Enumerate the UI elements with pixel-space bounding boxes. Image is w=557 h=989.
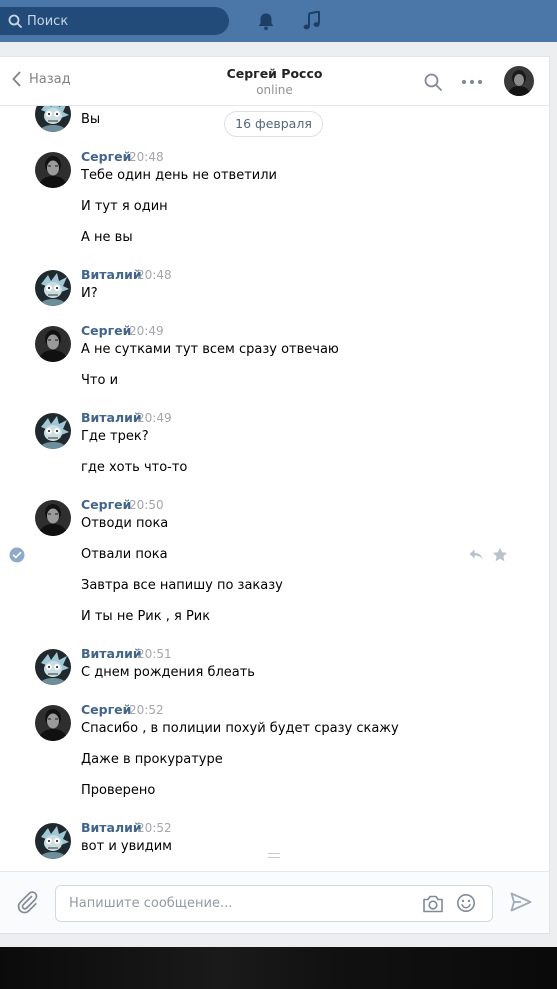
message-text[interactable]: А не вы	[81, 230, 133, 245]
paperclip-icon[interactable]	[15, 890, 39, 914]
message-text[interactable]: где хоть что-то	[81, 460, 187, 475]
message-input[interactable]: Напишите сообщение...	[55, 885, 493, 922]
message-time[interactable]: 20:48	[129, 150, 164, 164]
message-text[interactable]: И тут я один	[81, 199, 168, 214]
message-time[interactable]: 20:52	[129, 703, 164, 717]
top-navigation-bar: Поиск	[0, 0, 557, 42]
sender-avatar[interactable]	[35, 326, 71, 362]
reply-icon[interactable]	[468, 548, 484, 562]
message-time[interactable]: 20:48	[137, 268, 172, 282]
message-text[interactable]: Что и	[81, 373, 118, 388]
message-text[interactable]: Проверено	[81, 783, 155, 798]
smile-icon[interactable]	[456, 893, 476, 913]
sender-name[interactable]: Виталий	[81, 410, 142, 425]
resize-handle[interactable]	[268, 853, 280, 858]
selected-check-icon[interactable]	[9, 547, 25, 563]
message-text[interactable]: Даже в прокуратуре	[81, 752, 223, 767]
sender-avatar[interactable]	[35, 500, 71, 536]
sender-name[interactable]: Виталий	[81, 646, 142, 661]
sender-name[interactable]: Сергей	[81, 149, 131, 164]
message-history[interactable]: 16 февраля Виталий20:48ВыСергей20:48Тебе…	[0, 106, 549, 871]
message-text[interactable]: Отвали пока	[81, 547, 168, 562]
sender-avatar[interactable]	[35, 270, 71, 306]
sender-avatar[interactable]	[35, 823, 71, 859]
sender-name[interactable]: Сергей	[81, 497, 131, 512]
message-time[interactable]: 20:48	[137, 106, 172, 108]
message-text[interactable]: Где трек?	[81, 429, 149, 444]
message-text[interactable]: И?	[81, 286, 98, 301]
online-status: online	[256, 83, 293, 97]
message-text[interactable]: Завтра все напишу по заказу	[81, 578, 283, 593]
chat-header: Назад Сергей Россо online	[0, 57, 549, 106]
date-divider: 16 февраля	[224, 111, 323, 137]
global-search-input[interactable]: Поиск	[0, 7, 229, 35]
message-text[interactable]: Спасибо , в полиции похуй будет сразу ск…	[81, 721, 399, 736]
sender-name[interactable]: Виталий	[81, 106, 142, 108]
sender-avatar[interactable]	[35, 106, 71, 132]
message-time[interactable]: 20:50	[129, 498, 164, 512]
message-time[interactable]: 20:51	[137, 647, 172, 661]
chat-panel: Назад Сергей Россо online 16 февраля Вит…	[0, 57, 549, 933]
message-text[interactable]: Отводи пока	[81, 516, 168, 531]
sender-avatar[interactable]	[35, 705, 71, 741]
sender-name[interactable]: Виталий	[81, 820, 142, 835]
bell-icon[interactable]	[257, 12, 275, 31]
star-icon[interactable]	[492, 547, 508, 562]
message-time[interactable]: 20:52	[137, 821, 172, 835]
message-text[interactable]: А не сутками тут всем сразу отвечаю	[81, 342, 339, 357]
message-text[interactable]: И ты не Рик , я Рик	[81, 609, 210, 624]
message-text[interactable]: Тебе один день не ответили	[81, 168, 277, 183]
sender-avatar[interactable]	[35, 413, 71, 449]
chat-avatar[interactable]	[504, 66, 534, 96]
search-placeholder: Поиск	[27, 13, 69, 29]
search-icon	[8, 14, 22, 28]
music-icon[interactable]	[303, 11, 321, 31]
message-composer: Напишите сообщение...	[0, 871, 549, 933]
more-options-icon[interactable]	[461, 79, 483, 85]
message-text[interactable]: С днем рождения блеать	[81, 665, 255, 680]
sender-name[interactable]: Сергей	[81, 323, 131, 338]
message-input-placeholder: Напишите сообщение...	[69, 896, 233, 911]
message-time[interactable]: 20:49	[129, 324, 164, 338]
search-in-chat-icon[interactable]	[424, 73, 442, 91]
message-text[interactable]: Вы	[81, 112, 100, 127]
message-time[interactable]: 20:49	[137, 411, 172, 425]
camera-icon[interactable]	[422, 894, 444, 914]
sender-avatar[interactable]	[35, 649, 71, 685]
sender-avatar[interactable]	[35, 152, 71, 188]
background-photo	[0, 947, 557, 989]
sender-name[interactable]: Сергей	[81, 702, 131, 717]
message-text[interactable]: вот и увидим	[81, 839, 172, 854]
send-icon[interactable]	[510, 892, 532, 912]
sender-name[interactable]: Виталий	[81, 267, 142, 282]
